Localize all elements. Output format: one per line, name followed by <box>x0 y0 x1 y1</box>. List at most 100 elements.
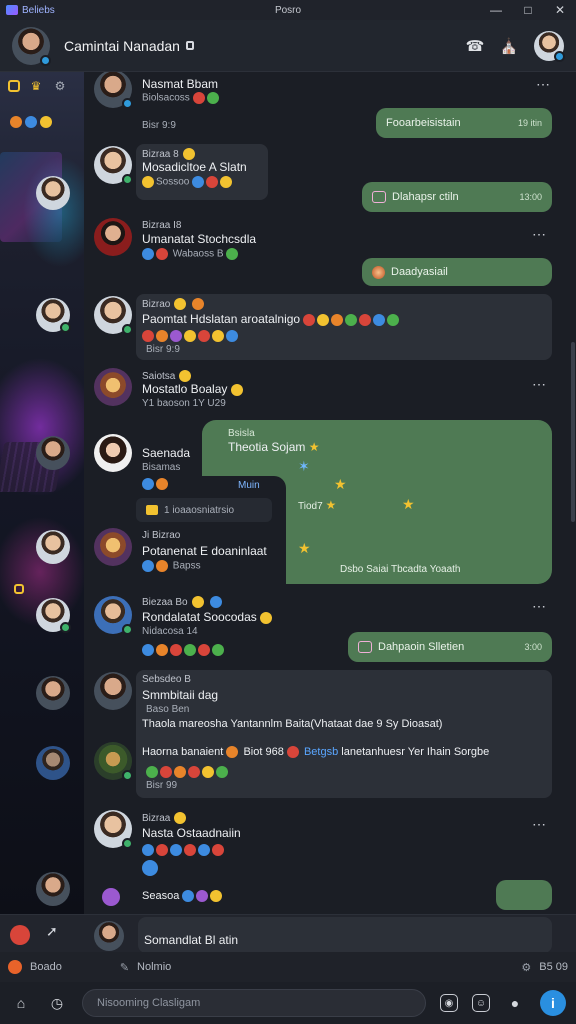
message-sub: Bapss <box>172 560 201 572</box>
crown-tool-icon[interactable]: ♛ <box>28 78 44 94</box>
rail-contact-avatar[interactable] <box>36 598 71 633</box>
message-sub: Nidacosa 14 <box>142 626 198 637</box>
outgoing-text: Dahpaoin Slletien <box>378 641 465 653</box>
rail-contact-avatar[interactable] <box>36 436 70 470</box>
voice-icon[interactable]: ● <box>504 992 526 1014</box>
message-body-line: Haorna banaient Biot 968 Betgsb lanetanh… <box>142 746 489 759</box>
incoming-message[interactable]: Nasmat Bbam Biolsacoss <box>94 72 474 112</box>
more-options-icon[interactable]: ⋯ <box>532 598 547 615</box>
rail-contact-avatar[interactable] <box>36 298 71 333</box>
emoji-icon <box>206 176 219 188</box>
quick-icon[interactable] <box>10 116 22 128</box>
phone-icon[interactable]: ☎ <box>466 37 485 55</box>
outgoing-message[interactable]: Dahpaoin Slletien 3:00 <box>348 632 552 662</box>
more-options-icon[interactable]: ⋯ <box>532 226 547 243</box>
emoji-icon <box>156 560 168 572</box>
sender-avatar[interactable] <box>94 296 133 335</box>
sender-line: Bizraa 8 <box>142 148 197 160</box>
message-text: Umanatat Stochcsdla <box>142 232 257 246</box>
emoji-icon <box>209 596 222 608</box>
store-icon[interactable]: ⛪ <box>500 37 519 55</box>
paint-icon[interactable]: ✎ <box>120 961 129 974</box>
message-body: Haorna banaient <box>142 746 224 758</box>
message-tag: dag <box>198 688 219 702</box>
send-button[interactable]: i <box>540 990 566 1016</box>
emoji-icon <box>184 843 196 856</box>
message-sub: Seasoa <box>142 890 180 902</box>
sticker-icon <box>372 191 386 203</box>
message-list[interactable]: Nasmat Bbam Biolsacoss ⋯ Bisr 9:9 Fooarb… <box>84 72 570 914</box>
contact-name-block[interactable]: Camintai Nanadan <box>64 38 194 54</box>
outgoing-message[interactable]: Daadyasiail <box>362 258 552 286</box>
sender-avatar[interactable] <box>94 218 132 256</box>
sender-avatar[interactable] <box>94 921 124 951</box>
app-name: Beliebs <box>22 4 55 16</box>
sender-avatar[interactable] <box>94 596 133 635</box>
emoji-icon <box>210 890 223 903</box>
close-button[interactable]: ✕ <box>544 0 576 20</box>
quick-reaction-icon[interactable] <box>10 925 30 945</box>
left-rail: ♛ ⚙ <box>0 72 84 914</box>
sender-avatar[interactable] <box>102 888 120 906</box>
sender-avatar[interactable] <box>94 810 133 849</box>
settings-tool-icon[interactable]: ⚙ <box>52 78 68 94</box>
scrollbar[interactable] <box>570 72 576 914</box>
card-time: Tiod7 <box>298 501 323 512</box>
online-indicator <box>122 98 133 109</box>
sender-name: Ji Bizrao <box>142 530 181 541</box>
home-icon[interactable]: ⌂ <box>10 992 32 1014</box>
sticker-icon[interactable]: ☺ <box>472 994 490 1012</box>
rail-contact-avatar[interactable] <box>36 176 70 210</box>
sender-name: Bizraa I8 <box>142 220 182 231</box>
card-caption: Bsisla <box>228 428 255 439</box>
square-tool-icon[interactable] <box>8 80 20 92</box>
emoji-icon <box>174 298 187 310</box>
reaction-icon[interactable] <box>142 860 158 876</box>
sender-name: Bizrao <box>142 298 171 310</box>
contact-avatar[interactable] <box>12 26 51 66</box>
rail-contact-avatar[interactable] <box>36 746 70 780</box>
quick-icon[interactable] <box>25 116 37 128</box>
emoji-icon <box>182 890 195 903</box>
more-options-icon[interactable]: ⋯ <box>532 816 547 833</box>
star-icon: ★ <box>298 540 311 556</box>
rail-contact-avatar[interactable] <box>36 676 70 710</box>
sender-avatar[interactable] <box>94 742 133 781</box>
minimize-button[interactable]: — <box>480 0 512 20</box>
small-note[interactable]: 1 ioaaosniatrsio <box>136 498 272 522</box>
more-options-icon[interactable]: ⋯ <box>532 376 547 393</box>
emoji-icon <box>156 643 168 656</box>
gear-icon[interactable]: ⚙ <box>521 961 531 974</box>
sender-avatar[interactable] <box>94 528 132 566</box>
outgoing-message[interactable]: Dlahapsr ctiln 13:00 <box>362 182 552 212</box>
app-brand: Beliebs <box>0 5 200 16</box>
maximize-button[interactable]: □ <box>512 0 544 20</box>
online-indicator <box>554 50 565 62</box>
clock-icon[interactable]: ◷ <box>46 992 68 1014</box>
message-link[interactable]: Betgsb <box>304 746 338 758</box>
sender-avatar[interactable] <box>94 434 132 472</box>
outgoing-text: Fooarbeisistain <box>386 117 461 129</box>
my-avatar[interactable] <box>534 30 565 62</box>
sender-avatar[interactable] <box>94 368 132 406</box>
online-indicator <box>122 624 133 635</box>
scrollbar-thumb[interactable] <box>571 342 575 522</box>
sender-avatar[interactable] <box>94 672 132 710</box>
message-text: Mostatlo Boalay <box>142 382 228 396</box>
camera-icon[interactable]: ◉ <box>440 994 458 1012</box>
quick-icon[interactable] <box>40 116 52 128</box>
outgoing-message[interactable] <box>496 880 552 910</box>
message-input[interactable] <box>82 989 426 1017</box>
rail-contact-avatar[interactable] <box>36 530 70 564</box>
pin-icon[interactable] <box>14 584 24 594</box>
message-time: 19 itin <box>517 118 542 128</box>
status-left: Boado <box>30 961 62 973</box>
more-options-icon[interactable]: ⋯ <box>536 76 551 93</box>
outgoing-message[interactable]: Fooarbeisistain 19 itin <box>376 108 552 138</box>
rail-contact-avatar[interactable] <box>36 872 70 906</box>
online-indicator <box>122 838 133 849</box>
sender-avatar[interactable] <box>94 72 133 109</box>
emoji-icon <box>387 313 400 326</box>
sender-avatar[interactable] <box>94 146 133 185</box>
arrow-icon[interactable]: ➚ <box>46 923 58 940</box>
